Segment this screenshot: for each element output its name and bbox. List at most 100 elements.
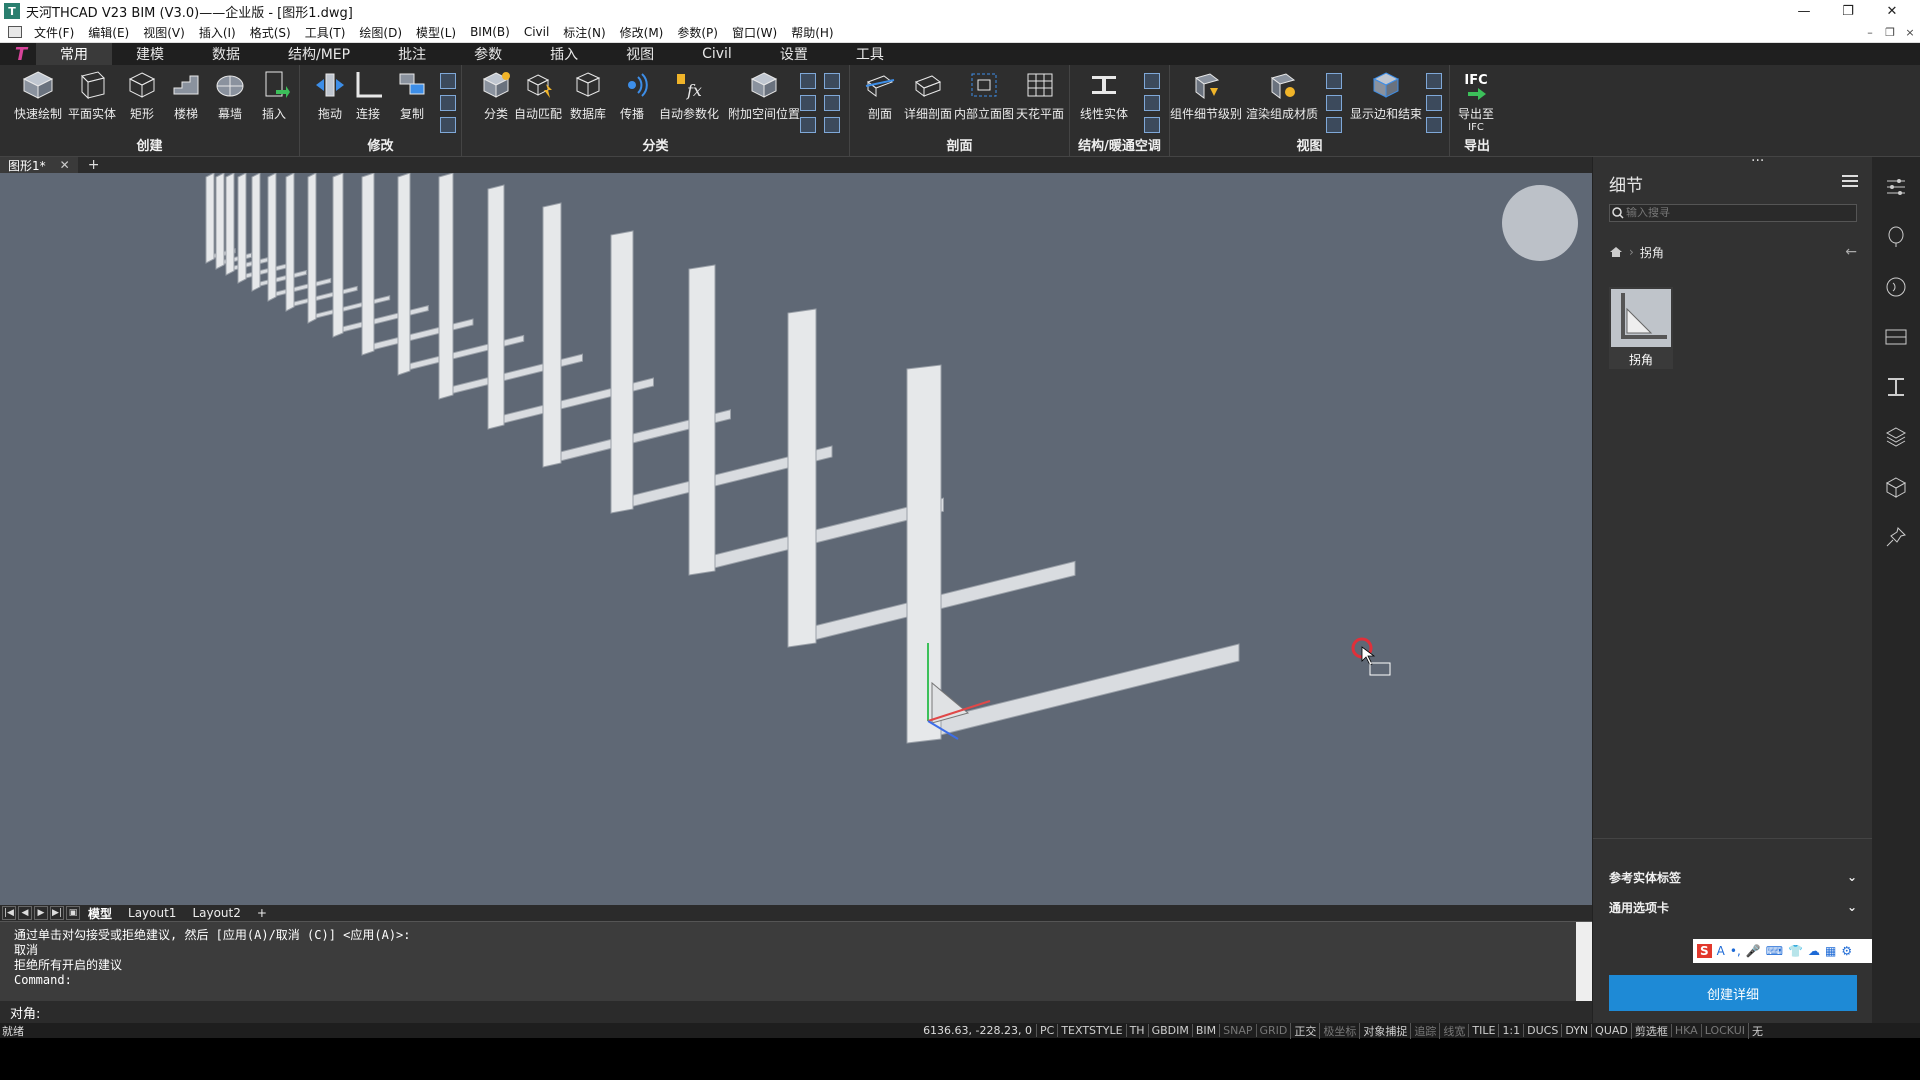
new-tab-button[interactable]: + [88,157,100,173]
duct-small-icon[interactable] [1144,117,1160,133]
layers-icon[interactable] [1884,425,1908,449]
prev-layout-button[interactable]: ◀ [18,906,32,920]
command-input[interactable] [46,1004,1447,1020]
restore-button[interactable]: ❐ [1828,0,1868,22]
menu-parameters[interactable]: 参数(P) [677,24,718,41]
layout-small-icon[interactable] [800,95,816,111]
explode-small-icon[interactable] [1326,117,1342,133]
section-general-tab[interactable]: 通用选项卡 ⌄ [1609,897,1857,917]
pin-icon[interactable] [1884,525,1908,549]
tab-tools[interactable]: 工具 [832,43,908,65]
target-small-icon[interactable] [824,95,840,111]
home-icon[interactable] [1609,246,1623,258]
last-layout-button[interactable]: ▶| [50,906,64,920]
layout-list-button[interactable]: ▣ [66,906,80,920]
3d-model-scene[interactable] [0,173,1592,905]
next-layout-button[interactable]: ▶ [34,906,48,920]
mirror-icon[interactable] [440,73,456,89]
rotate-icon[interactable] [440,95,456,111]
status-toggle-tile[interactable]: TILE [1468,1024,1498,1037]
status-toggle-textstyle[interactable]: TEXTSTYLE [1057,1024,1125,1037]
bulb-small-icon[interactable] [1326,73,1342,89]
status-scale[interactable]: 1:1 [1498,1024,1523,1037]
application-menu-icon[interactable]: T [6,43,36,65]
table-small-icon[interactable] [824,73,840,89]
tab-data[interactable]: 数据 [188,43,264,65]
status-toggle-pc[interactable]: PC [1036,1024,1057,1037]
ime-settings-icon[interactable]: ⚙ [1841,944,1852,958]
menu-edit[interactable]: 编辑(E) [88,24,129,41]
minimize-button[interactable]: — [1784,0,1824,22]
component-detail-level-button[interactable]: 组件细节级别 [1170,69,1242,122]
model-viewport[interactable] [0,173,1592,905]
mdi-minimize-button[interactable]: – [1860,22,1880,43]
status-toggle-quad[interactable]: QUAD [1591,1024,1631,1037]
menu-draw[interactable]: 绘图(D) [359,24,402,41]
command-history[interactable]: 通过单击对勾接受或拒绝建议, 然后 [应用(A)/取消 (C)] <应用(A)>… [0,921,1592,1002]
status-toggle-gbdim[interactable]: GBDIM [1147,1024,1192,1037]
status-toggle-none[interactable]: 无 [1748,1022,1766,1039]
beam-small-icon[interactable] [1144,73,1160,89]
status-toggle-lockui[interactable]: LOCKUI [1700,1024,1748,1037]
status-toggle-dyn[interactable]: DYN [1561,1024,1591,1037]
cube-small-icon-3[interactable] [1426,117,1442,133]
command-scrollbar[interactable] [1576,922,1592,1002]
component-box-icon[interactable] [1884,475,1908,499]
tab-view[interactable]: 视图 [602,43,678,65]
column-small-icon[interactable] [1144,95,1160,111]
tools-small-icon[interactable] [824,117,840,133]
library-shelf-icon[interactable] [1884,325,1908,349]
menu-tools[interactable]: 工具(T) [305,24,346,41]
ime-cloud-icon[interactable]: ☁ [1808,944,1820,958]
add-layout-button[interactable]: + [249,906,275,920]
menu-window[interactable]: 窗口(W) [732,24,777,41]
tab-settings[interactable]: 设置 [756,43,832,65]
menu-bim[interactable]: BIM(B) [470,25,510,39]
balloon-icon[interactable] [1884,225,1908,249]
frame-small-icon[interactable] [800,117,816,133]
ime-keyboard-icon[interactable]: ⌨ [1766,944,1783,958]
close-button[interactable]: ✕ [1872,0,1912,22]
ime-logo-icon[interactable]: S [1697,944,1712,958]
ime-language-icon[interactable]: A [1717,944,1725,958]
quick-draw-button[interactable]: 快速绘制 [8,69,68,122]
tab-parametric[interactable]: 参数 [450,43,526,65]
first-layout-button[interactable]: |◀ [2,906,16,920]
menu-dimension[interactable]: 标注(N) [563,24,605,41]
tab-modeling[interactable]: 建模 [112,43,188,65]
detail-section-button[interactable]: 详细剖面 [898,69,958,122]
menu-format[interactable]: 格式(S) [250,24,291,41]
status-toggle-osnap[interactable]: 对象捕捉 [1359,1022,1410,1039]
tab-layout2[interactable]: Layout2 [184,906,248,920]
ime-punctuation-icon[interactable]: •, [1730,944,1741,958]
menu-model[interactable]: 模型(L) [416,24,456,41]
breadcrumb-current[interactable]: 拐角 [1640,244,1664,261]
render-material-button[interactable]: 渲染组成材质 [1246,69,1318,122]
ime-voice-icon[interactable]: 🎤 [1746,944,1761,958]
status-toggle-grid[interactable]: GRID [1255,1024,1291,1037]
tab-model[interactable]: 模型 [80,905,120,922]
mdi-restore-button[interactable]: ❐ [1880,22,1900,43]
menu-civil[interactable]: Civil [524,25,549,39]
ime-skin-icon[interactable]: 👕 [1788,944,1803,958]
light-small-icon[interactable] [1326,95,1342,111]
show-edges-button[interactable]: 显示边和结束 [1346,69,1426,122]
search-input[interactable] [1626,207,1846,219]
status-toggle-ortho[interactable]: 正交 [1290,1022,1319,1039]
panel-grip[interactable]: ... [1751,149,1764,165]
back-arrow-icon[interactable]: ← [1845,244,1857,260]
document-tab-active[interactable]: 图形1* ✕ [0,157,78,173]
menu-view[interactable]: 视图(V) [143,24,185,41]
interior-elevation-button[interactable]: 内部立面图 [954,69,1014,122]
ceiling-plan-button[interactable]: 天花平面 [1010,69,1070,122]
mdi-close-button[interactable]: × [1900,22,1920,43]
menu-file[interactable]: 文件(F) [34,24,74,41]
tab-civil[interactable]: Civil [678,43,756,65]
array-icon[interactable] [440,117,456,133]
status-toggle-th[interactable]: TH [1125,1024,1148,1037]
create-detail-button[interactable]: 创建详细 [1609,975,1857,1011]
detail-thumbnail[interactable]: 拐角 [1609,287,1673,369]
status-toggle-ducs[interactable]: DUCS [1523,1024,1561,1037]
export-ifc-button[interactable]: IFC 导出至 IFC [1446,69,1506,134]
tab-home[interactable]: 常用 [36,43,112,65]
